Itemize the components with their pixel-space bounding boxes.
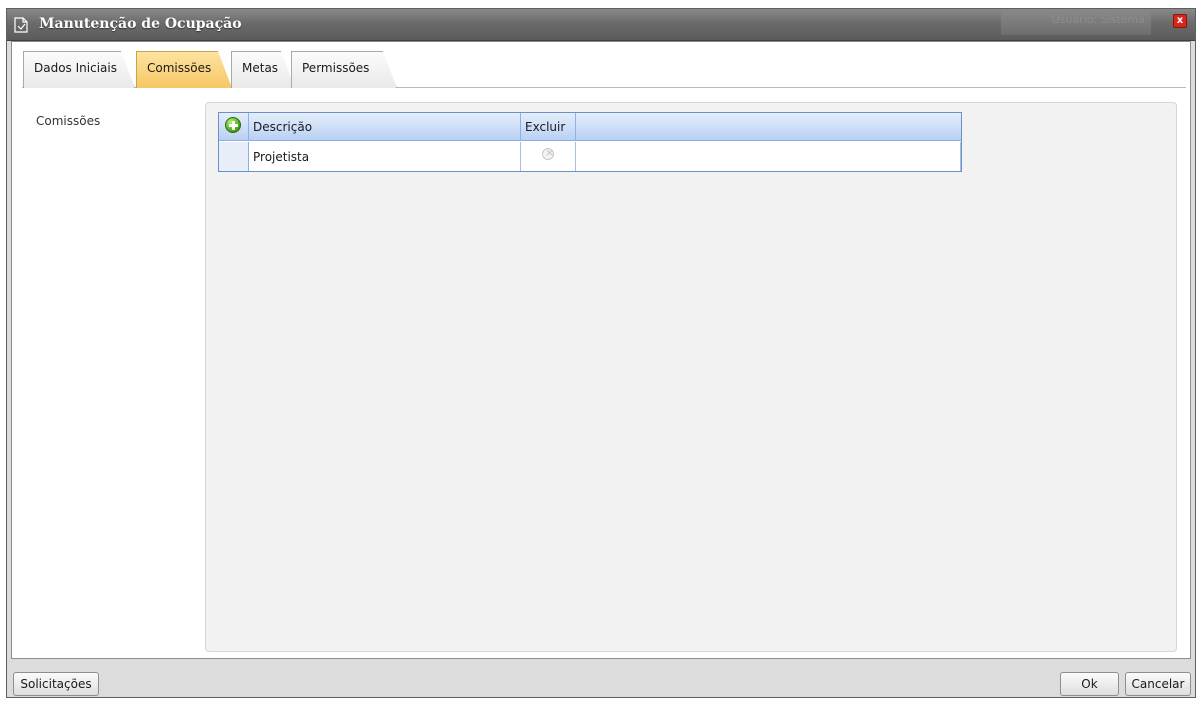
comissoes-grid: Descrição Excluir Projetista xyxy=(218,112,962,172)
cell-descricao[interactable]: Projetista xyxy=(249,142,521,171)
tab-dados-iniciais[interactable]: Dados Iniciais xyxy=(23,51,135,88)
grid-add-cell xyxy=(219,113,249,140)
title-bar: Manutenção de Ocupação Usuário: Sistema … xyxy=(7,9,1195,41)
tab-permissoes[interactable]: Permissões xyxy=(291,51,397,88)
tab-metas[interactable]: Metas xyxy=(231,51,295,88)
delete-row-icon[interactable] xyxy=(542,146,554,160)
row-selector[interactable] xyxy=(219,142,249,171)
cell-filler xyxy=(576,142,961,171)
tab-comissoes[interactable]: Comissões xyxy=(136,51,232,88)
solicitacoes-button[interactable]: Solicitações xyxy=(13,672,99,696)
dialog-content: Dados Iniciais Metas Permissões Comissõe… xyxy=(11,41,1191,659)
close-button[interactable]: x xyxy=(1173,14,1187,28)
table-row[interactable]: Projetista xyxy=(219,142,961,171)
document-icon xyxy=(14,17,28,33)
user-info: Usuário: Sistema xyxy=(1001,11,1151,35)
column-header-excluir[interactable]: Excluir xyxy=(521,113,576,140)
ok-button[interactable]: Ok xyxy=(1060,672,1119,696)
column-header-filler xyxy=(576,113,961,140)
comissoes-panel: Descrição Excluir Projetista xyxy=(205,102,1177,652)
dialog-footer: Solicitações Ok Cancelar xyxy=(7,661,1195,699)
grid-header: Descrição Excluir xyxy=(219,113,961,141)
window-title: Manutenção de Ocupação xyxy=(39,16,242,32)
add-row-icon[interactable] xyxy=(225,117,241,133)
tab-strip: Dados Iniciais Metas Permissões Comissõe… xyxy=(12,42,1190,90)
ocupacao-dialog: Manutenção de Ocupação Usuário: Sistema … xyxy=(6,8,1196,698)
cell-excluir[interactable] xyxy=(521,142,576,171)
column-header-descricao[interactable]: Descrição xyxy=(249,113,521,140)
cancel-button[interactable]: Cancelar xyxy=(1125,672,1191,696)
section-label: Comissões xyxy=(36,114,101,128)
